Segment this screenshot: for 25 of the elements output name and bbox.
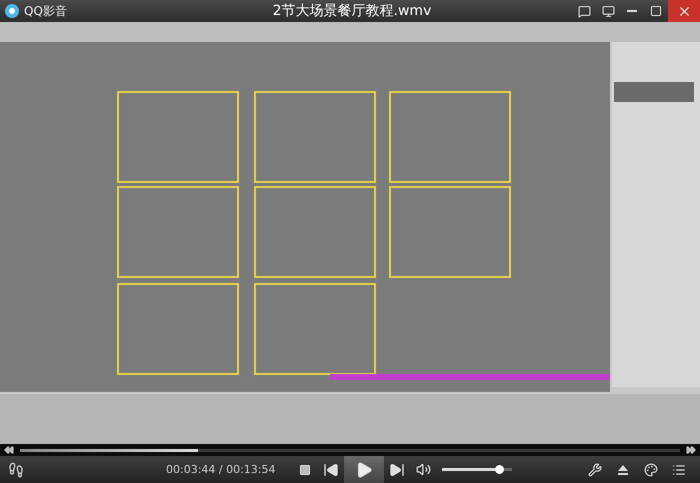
app-name: QQ影音 — [24, 2, 67, 20]
volume-slider[interactable] — [442, 468, 512, 471]
close-button[interactable] — [668, 0, 700, 22]
play-icon — [355, 460, 373, 478]
rewind-icon[interactable] — [4, 445, 14, 455]
speaker-icon — [416, 462, 430, 477]
monitor-icon — [602, 4, 614, 18]
previous-icon — [323, 462, 339, 478]
minimize-icon — [627, 10, 637, 12]
fast-forward-icon[interactable] — [686, 445, 696, 455]
window-title: 2节大场景餐厅教程.wmv — [272, 2, 432, 20]
playback-time: 00:03:44 / 00:13:54 — [166, 463, 277, 476]
list-icon — [672, 462, 686, 476]
next-icon — [389, 462, 405, 478]
app-logo-icon — [4, 3, 20, 19]
maximize-icon — [650, 5, 662, 17]
play-button[interactable] — [344, 456, 384, 483]
wrench-icon — [588, 462, 602, 476]
palette-icon — [644, 462, 658, 476]
seek-bar[interactable] — [20, 448, 680, 452]
eject-icon — [616, 462, 630, 476]
footprints-icon[interactable] — [8, 462, 24, 478]
speech-bubble-icon — [578, 4, 590, 18]
volume-handle[interactable] — [495, 465, 504, 474]
stop-icon — [299, 464, 311, 476]
